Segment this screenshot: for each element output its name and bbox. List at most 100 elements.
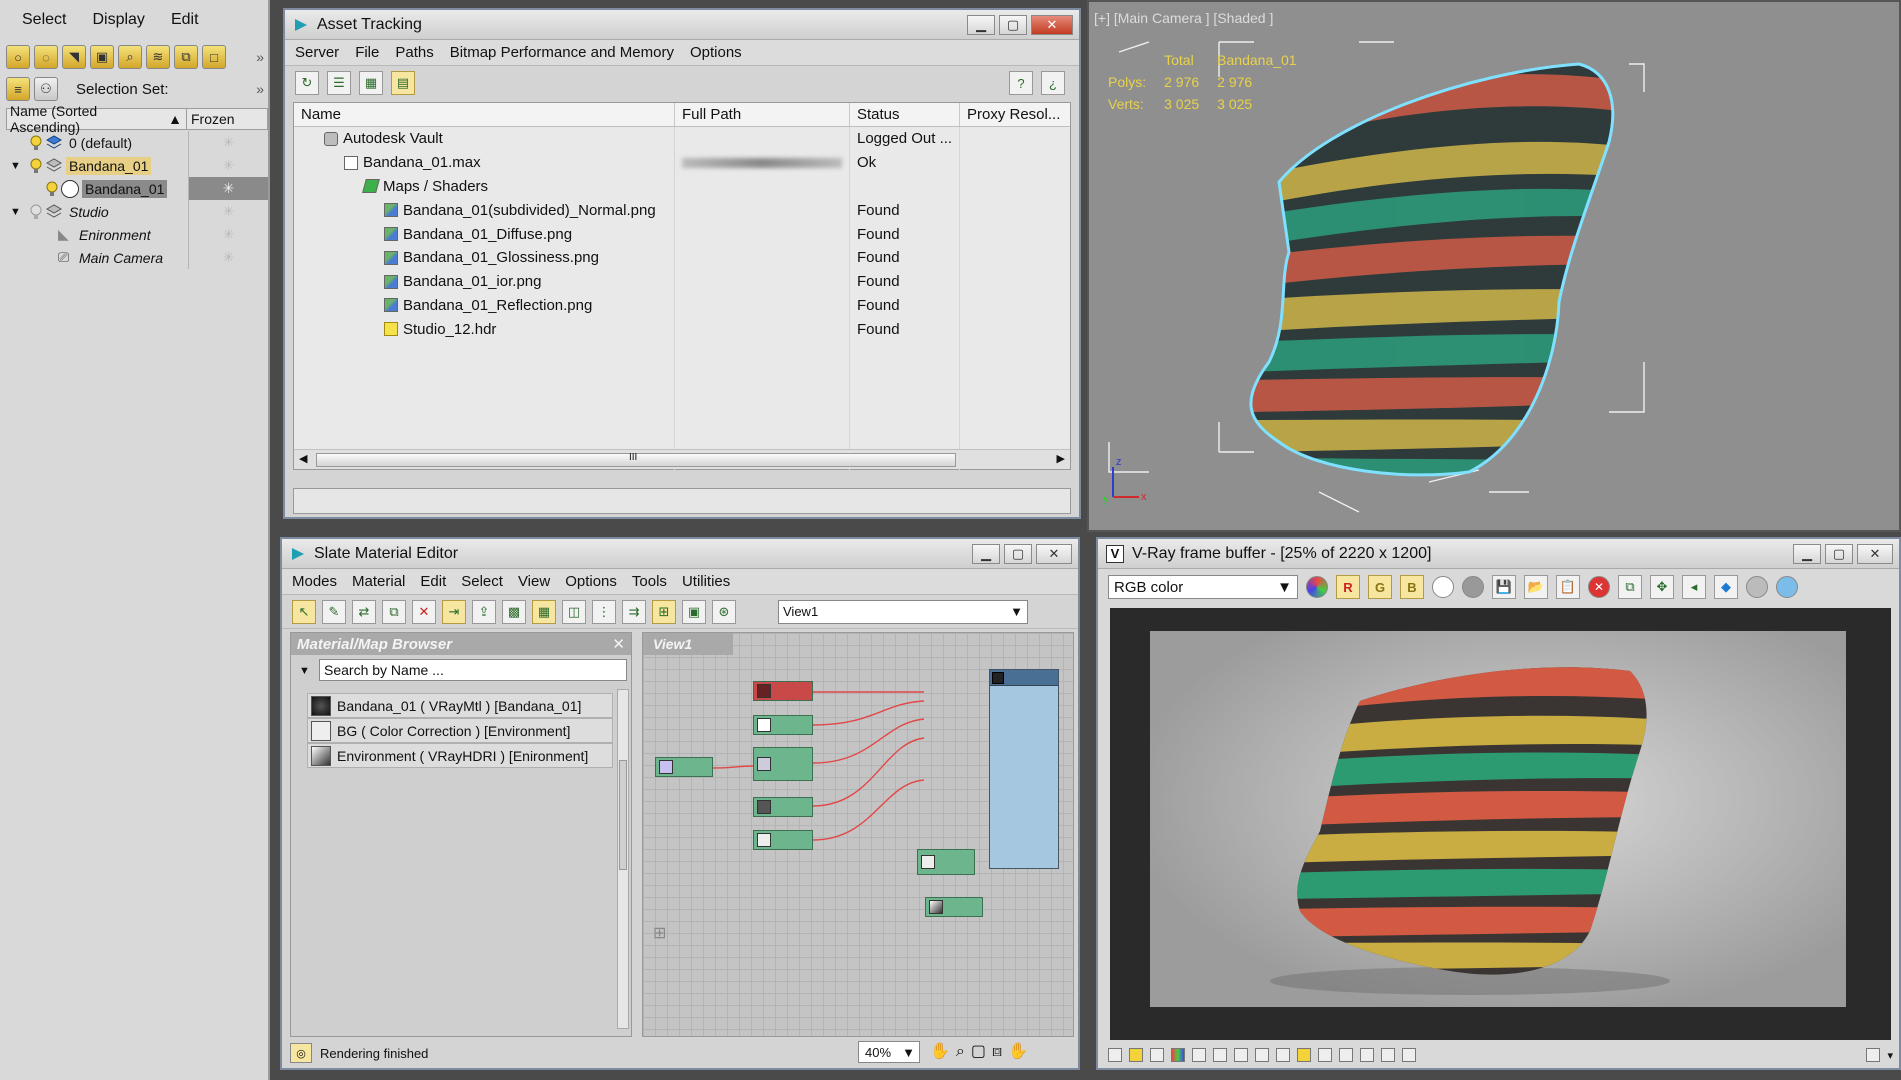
- minimize-button[interactable]: ▁: [1793, 543, 1821, 564]
- viewport-label[interactable]: [+] [Main Camera ] [Shaded ]: [1094, 10, 1273, 26]
- slate-titlebar[interactable]: Slate Material Editor ▁ ▢ ✕: [282, 539, 1078, 569]
- lightbulb-on-icon[interactable]: [30, 135, 42, 151]
- lens-effects-icon[interactable]: [1129, 1048, 1143, 1062]
- hierarchy-icon[interactable]: ⚇: [34, 77, 58, 101]
- table-row[interactable]: Bandana_01_ior.png Found: [294, 269, 1070, 294]
- scroll-left-icon[interactable]: ◀: [299, 452, 307, 465]
- exposure-icon[interactable]: [1234, 1048, 1248, 1062]
- map-node-glossiness[interactable]: [753, 797, 813, 817]
- menu-options[interactable]: Options: [690, 44, 742, 61]
- assign-material-icon[interactable]: ⇄: [352, 599, 376, 624]
- save-image-icon[interactable]: 💾: [1492, 575, 1516, 599]
- freeze-toggle-icon[interactable]: ✳: [188, 131, 268, 154]
- maximize-button[interactable]: ▢: [1825, 543, 1853, 564]
- tree-row-default-layer[interactable]: 0 (default) ✳: [6, 131, 268, 154]
- background-icon[interactable]: ▦: [532, 599, 556, 624]
- track-mouse-icon[interactable]: ✥: [1650, 575, 1674, 599]
- view-select-dropdown[interactable]: View1 ▼: [778, 599, 1028, 624]
- scrollbar-thumb[interactable]: [619, 760, 627, 870]
- maximize-button[interactable]: ▢: [1004, 543, 1032, 564]
- list-item[interactable]: Bandana_01 ( VRayMtl ) [Bandana_01]: [307, 693, 613, 718]
- scroll-right-icon[interactable]: ▶: [1057, 452, 1065, 465]
- lay-out-children-icon[interactable]: ⇉: [622, 599, 646, 624]
- help-icon[interactable]: ?: [1009, 71, 1033, 95]
- hierarchy-icon[interactable]: ⋮: [592, 599, 616, 624]
- menu-edit[interactable]: Edit: [171, 11, 199, 29]
- flip-icon[interactable]: [1381, 1048, 1395, 1062]
- scrollbar-thumb[interactable]: III: [316, 452, 956, 467]
- interactive-render-icon[interactable]: [1776, 576, 1798, 598]
- channel-blue-button[interactable]: B: [1400, 575, 1424, 599]
- show-map-icon[interactable]: ▩: [502, 599, 526, 624]
- material-map-browser-icon[interactable]: ⊞: [652, 599, 676, 624]
- toolbar-overflow-icon-2[interactable]: »: [256, 81, 268, 97]
- close-button[interactable]: ✕: [1857, 543, 1893, 564]
- navigation-tools[interactable]: ✋⌕▢⧈✋: [930, 1041, 1034, 1061]
- table-row[interactable]: Autodesk Vault Logged Out ...: [294, 127, 1070, 151]
- column-proxy-resolution[interactable]: Proxy Resol...: [960, 103, 1070, 126]
- close-button[interactable]: ✕: [1031, 14, 1073, 35]
- map-node-ior[interactable]: [753, 830, 813, 850]
- filter-cameras-icon[interactable]: ▣: [90, 45, 114, 69]
- menu-modes[interactable]: Modes: [292, 573, 337, 590]
- maximize-button[interactable]: ▢: [999, 14, 1027, 35]
- table-row[interactable]: Bandana_01_Reflection.png Found: [294, 293, 1070, 318]
- table-view-icon[interactable]: ▤: [391, 71, 415, 95]
- filter-groups-icon[interactable]: ⧉: [174, 45, 198, 69]
- render-icon[interactable]: ◆: [1714, 575, 1738, 599]
- list-view-icon[interactable]: ☰: [327, 71, 351, 95]
- menu-file[interactable]: File: [355, 44, 379, 61]
- white-balance-icon[interactable]: [1255, 1048, 1269, 1062]
- tree-row-main-camera[interactable]: ⎚ Main Camera ✳: [6, 246, 268, 269]
- hue-icon[interactable]: [1276, 1048, 1290, 1062]
- duplicate-icon[interactable]: ⧉: [1618, 575, 1642, 599]
- zoom-dropdown[interactable]: 40% ▼: [858, 1041, 920, 1063]
- map-node-bitmap[interactable]: [753, 715, 813, 735]
- navigator-icon[interactable]: ⊞: [653, 923, 666, 943]
- freeze-toggle-icon[interactable]: ✳: [188, 223, 268, 246]
- close-button[interactable]: ✕: [1036, 543, 1072, 564]
- hide-unused-icon[interactable]: ⇪: [472, 599, 496, 624]
- levels-icon[interactable]: [1192, 1048, 1206, 1062]
- curves-icon[interactable]: [1213, 1048, 1227, 1062]
- history-icon[interactable]: [1108, 1048, 1122, 1062]
- menu-material[interactable]: Material: [352, 573, 405, 590]
- minimize-button[interactable]: ▁: [967, 14, 995, 35]
- filter-geometry-icon[interactable]: ○: [6, 45, 30, 69]
- delete-icon[interactable]: ✕: [412, 599, 436, 624]
- ocio-icon[interactable]: [1318, 1048, 1332, 1062]
- menu-select[interactable]: Select: [461, 573, 503, 590]
- thumbnail-view-icon[interactable]: ▦: [359, 71, 383, 95]
- render-icon[interactable]: ◎: [290, 1043, 312, 1063]
- load-image-icon[interactable]: 📂: [1524, 575, 1548, 599]
- lut-icon[interactable]: [1297, 1048, 1311, 1062]
- table-row[interactable]: Bandana_01.max Ok: [294, 150, 1070, 175]
- layers-icon[interactable]: ≡: [6, 77, 30, 101]
- chevron-down-icon[interactable]: ▾: [1887, 1049, 1893, 1062]
- tree-row-environment[interactable]: ◣ Enironment ✳: [6, 223, 268, 246]
- put-to-library-icon[interactable]: ⧉: [382, 599, 406, 624]
- select-tool-icon[interactable]: ↖: [292, 599, 316, 624]
- tree-row-bandana-layer[interactable]: ▼ Bandana_01 ✳: [6, 154, 268, 177]
- asset-tracking-titlebar[interactable]: Asset Tracking ▁ ▢ ✕: [285, 10, 1079, 40]
- collapse-arrow-icon[interactable]: ▼: [10, 160, 26, 172]
- color-correction-icon[interactable]: [1171, 1048, 1185, 1062]
- browser-options-icon[interactable]: ▼: [299, 665, 310, 677]
- color-wheel-icon[interactable]: [1306, 576, 1328, 598]
- column-status[interactable]: Status: [850, 103, 960, 126]
- alpha-white-icon[interactable]: [1432, 576, 1454, 598]
- map-node-vraynormal[interactable]: [753, 747, 813, 781]
- channel-red-button[interactable]: R: [1336, 575, 1360, 599]
- filter-shapes-icon[interactable]: ◌: [34, 45, 58, 69]
- filter-bones-icon[interactable]: □: [202, 45, 226, 69]
- close-icon[interactable]: ✕: [612, 635, 625, 653]
- map-node-color-correction[interactable]: [917, 849, 975, 875]
- lay-out-icon[interactable]: ◫: [562, 599, 586, 624]
- filter-spacewarps-icon[interactable]: ≋: [146, 45, 170, 69]
- lightbulb-off-icon[interactable]: [30, 204, 42, 220]
- menu-server[interactable]: Server: [295, 44, 339, 61]
- table-row[interactable]: Bandana_01_Glossiness.png Found: [294, 245, 1070, 270]
- menu-options[interactable]: Options: [565, 573, 617, 590]
- select-by-material-icon[interactable]: ⊛: [712, 599, 736, 624]
- freeze-toggle-icon[interactable]: ✳: [188, 177, 268, 200]
